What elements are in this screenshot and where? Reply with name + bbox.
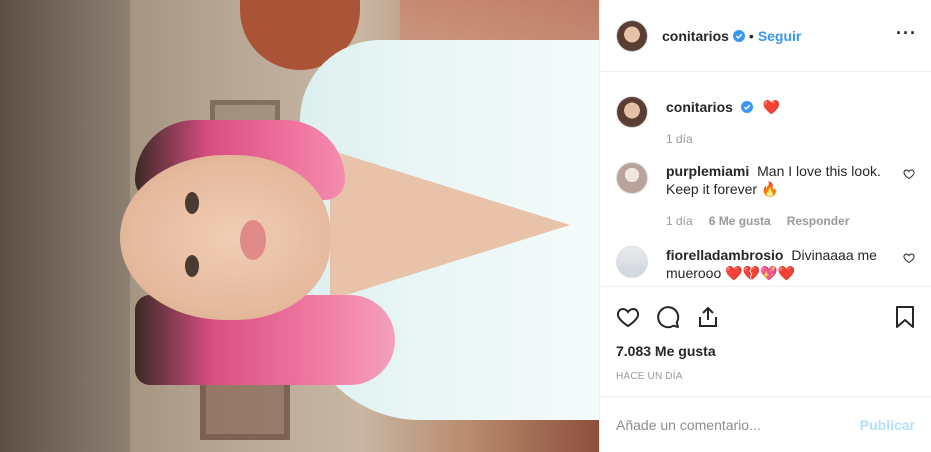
publish-button[interactable]: Publicar [860, 417, 915, 433]
photo-lips [240, 220, 266, 260]
more-horizontal-icon[interactable]: ··· [896, 24, 917, 42]
post-sidebar: conitarios • Seguir ··· conitarios ❤️ 1 … [599, 0, 931, 452]
post-actions [600, 297, 931, 337]
verified-badge-icon [732, 29, 745, 42]
caption: conitarios ❤️ 1 día [616, 96, 915, 148]
post-header: conitarios • Seguir ··· [600, 0, 931, 72]
share-icon[interactable] [696, 305, 720, 329]
comment-item: purplemiami Man I love this look. Keep i… [616, 162, 915, 230]
comment-body: fiorelladambrosio Divinaaaa me muerooo ❤… [666, 246, 915, 282]
photo-face [120, 155, 330, 320]
comments-list[interactable]: conitarios ❤️ 1 día purplemiami Man I lo… [600, 72, 931, 287]
reply-button[interactable]: Responder [787, 212, 850, 230]
caption-meta: 1 día [666, 130, 889, 148]
comment-body: purplemiami Man I love this look. Keep i… [666, 162, 915, 230]
comment-likes[interactable]: 6 Me gusta [709, 212, 771, 230]
add-comment-bar: Publicar [600, 396, 931, 452]
post-photo[interactable] [0, 0, 599, 452]
commenter-avatar[interactable] [616, 162, 648, 194]
photo-eye [185, 192, 199, 214]
instagram-post: conitarios • Seguir ··· conitarios ❤️ 1 … [0, 0, 931, 452]
comment-time[interactable]: 1 día [666, 212, 693, 230]
comment-username[interactable]: purplemiami [666, 163, 749, 179]
separator-dot: • [748, 27, 754, 44]
comment-item: fiorelladambrosio Divinaaaa me muerooo ❤… [616, 246, 915, 282]
comment-like-heart-icon[interactable] [903, 168, 915, 180]
verified-badge-icon [740, 101, 753, 113]
author-avatar[interactable] [616, 19, 648, 52]
caption-text: ❤️ [762, 99, 781, 115]
caption-time[interactable]: 1 día [666, 130, 693, 148]
commenter-avatar[interactable] [616, 246, 648, 278]
heart-icon[interactable] [616, 305, 640, 329]
caption-username[interactable]: conitarios [666, 99, 733, 115]
photo-eye [185, 255, 199, 277]
caption-body: conitarios ❤️ 1 día [666, 96, 915, 148]
post-time[interactable]: HACE UN DÍA [600, 371, 931, 382]
comment-username[interactable]: fiorelladambrosio [666, 247, 783, 263]
author-avatar[interactable] [616, 96, 648, 128]
photo-wall [0, 0, 130, 452]
comment-like-heart-icon[interactable] [903, 252, 915, 264]
bookmark-icon[interactable] [893, 305, 917, 329]
author-username[interactable]: conitarios [662, 28, 729, 44]
follow-button[interactable]: Seguir [758, 28, 802, 44]
comment-input[interactable] [616, 416, 860, 433]
author-info: conitarios • Seguir [662, 28, 801, 44]
likes-count[interactable]: 7.083 Me gusta [600, 343, 931, 359]
comment-icon[interactable] [656, 305, 680, 329]
comment-meta: 1 día 6 Me gusta Responder [666, 212, 889, 230]
